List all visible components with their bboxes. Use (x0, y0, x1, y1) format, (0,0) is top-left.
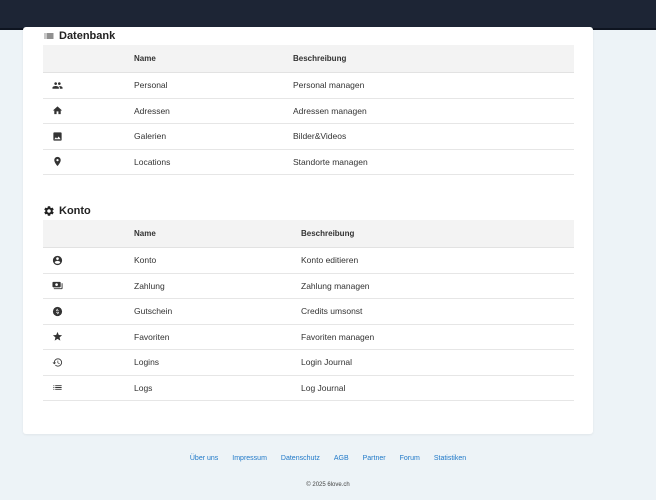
table-row[interactable]: Locations Standorte managen (43, 150, 574, 175)
datenbank-title: Datenbank (59, 30, 116, 42)
dollar-coin-icon (50, 299, 64, 324)
gear-icon (43, 205, 55, 217)
row-description: Zahlung managen (301, 280, 370, 291)
konto-table-header: Name Beschreibung (43, 220, 574, 248)
row-description: Favoriten managen (301, 331, 375, 342)
row-description: Credits umsonst (301, 306, 363, 317)
people-icon (50, 73, 64, 98)
row-description: Konto editieren (301, 255, 359, 266)
row-name[interactable]: Locations (134, 150, 170, 175)
row-description: Bilder&Videos (293, 131, 347, 142)
table-row[interactable]: Personal Personal managen (43, 73, 574, 99)
history-icon (50, 350, 64, 375)
row-name[interactable]: Personal (134, 73, 168, 98)
table-row[interactable]: Adressen Adressen managen (43, 99, 574, 124)
konto-heading: Konto (43, 202, 574, 220)
list-icon (43, 30, 55, 42)
table-row[interactable]: Favoriten Favoriten managen (43, 325, 574, 350)
account-circle-icon (50, 248, 64, 273)
row-name[interactable]: Logs (134, 376, 152, 401)
footer-link-datenschutz[interactable]: Datenschutz (274, 455, 327, 462)
column-header-beschreibung: Beschreibung (301, 229, 355, 238)
konto-section: Konto Name Beschreibung Konto Konto edit… (43, 202, 574, 401)
row-description: Standorte managen (293, 156, 368, 167)
table-row[interactable]: Galerien Bilder&Videos (43, 124, 574, 150)
datenbank-table-header: Name Beschreibung (43, 45, 574, 73)
row-description: Personal managen (293, 80, 365, 91)
footer-link-agb[interactable]: AGB (327, 455, 356, 462)
location-pin-icon (50, 150, 64, 175)
row-name[interactable]: Galerien (134, 124, 166, 149)
image-icon (50, 124, 64, 149)
row-name[interactable]: Konto (134, 248, 156, 273)
footer-link-impressum[interactable]: Impressum (225, 455, 274, 462)
datenbank-section: Datenbank Name Beschreibung Personal Per… (43, 27, 574, 175)
row-description: Log Journal (301, 382, 346, 393)
footer-link-forum[interactable]: Forum (393, 455, 427, 462)
home-icon (50, 99, 64, 124)
table-row[interactable]: Konto Konto editieren (43, 248, 574, 274)
row-description: Login Journal (301, 357, 353, 368)
table-row[interactable]: Zahlung Zahlung managen (43, 274, 574, 299)
footer-link-statistiken[interactable]: Statistiken (427, 455, 473, 462)
star-icon (50, 325, 64, 350)
table-row[interactable]: Gutschein Credits umsonst (43, 299, 574, 325)
column-header-beschreibung: Beschreibung (293, 54, 347, 63)
content-card: Datenbank Name Beschreibung Personal Per… (23, 27, 593, 434)
table-row[interactable]: Logins Login Journal (43, 350, 574, 376)
column-header-name: Name (134, 229, 156, 238)
table-row[interactable]: Logs Log Journal (43, 376, 574, 401)
konto-title: Konto (59, 205, 91, 217)
row-name[interactable]: Favoriten (134, 325, 169, 350)
payment-icon (50, 274, 64, 299)
row-name[interactable]: Adressen (134, 99, 170, 124)
row-description: Adressen managen (293, 105, 367, 116)
top-navbar (0, 0, 656, 30)
row-name[interactable]: Logins (134, 350, 159, 375)
row-name[interactable]: Zahlung (134, 274, 165, 299)
row-name[interactable]: Gutschein (134, 299, 172, 324)
list-icon (50, 376, 64, 401)
footer-links: Über uns Impressum Datenschutz AGB Partn… (0, 455, 656, 462)
footer-link-ueber-uns[interactable]: Über uns (183, 455, 225, 462)
footer-link-partner[interactable]: Partner (356, 455, 393, 462)
copyright: © 2025 6love.ch (306, 482, 350, 488)
column-header-name: Name (134, 54, 156, 63)
datenbank-heading: Datenbank (43, 27, 574, 45)
